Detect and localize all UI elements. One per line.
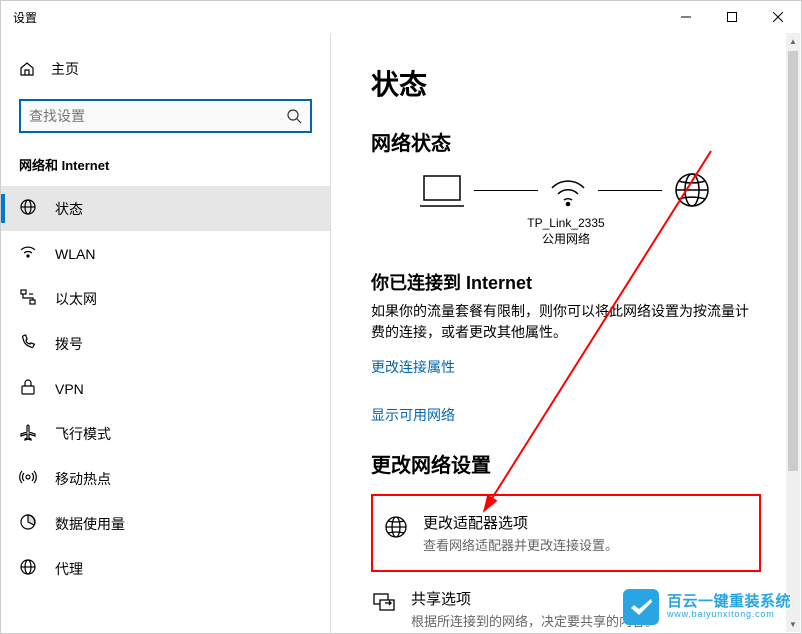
option-adapter[interactable]: 更改适配器选项查看网络适配器并更改连接设置。 (383, 504, 749, 562)
search-box[interactable] (19, 99, 312, 133)
home-label: 主页 (51, 59, 79, 79)
main-panel: 状态 网络状态 TP_Link_2335 公用网络 你已连接到 Internet… (331, 33, 801, 633)
connected-desc: 如果你的流量套餐有限制，则你可以将此网络设置为按流量计费的连接，或者更改其他属性… (371, 301, 761, 343)
change-network-settings-heading: 更改网络设置 (371, 449, 761, 478)
sidebar-item-label: 拨号 (55, 334, 83, 354)
globe-icon (672, 170, 712, 210)
data-usage-icon (19, 513, 37, 534)
sidebar-item-dialup[interactable]: 拨号 (1, 321, 330, 366)
sidebar-item-label: 飞行模式 (55, 424, 111, 444)
sidebar-item-label: 移动热点 (55, 469, 111, 489)
connected-heading: 你已连接到 Internet (371, 269, 761, 295)
adapter-icon (383, 512, 409, 545)
scrollbar[interactable]: ▲ ▼ (786, 33, 800, 632)
sidebar-section-title: 网络和 Internet (1, 155, 330, 186)
sidebar-item-airplane[interactable]: 飞行模式 (1, 411, 330, 456)
watermark: 百云一键重装系统 www.baiyunxitong.com (623, 589, 791, 625)
vpn-icon (19, 378, 37, 399)
home-icon (19, 61, 35, 77)
network-caption: TP_Link_2335 公用网络 (371, 216, 761, 247)
minimize-button[interactable] (663, 1, 709, 33)
scrollbar-thumb[interactable] (788, 51, 798, 471)
sidebar-item-label: 状态 (55, 199, 83, 219)
highlighted-option: 更改适配器选项查看网络适配器并更改连接设置。 (371, 494, 761, 572)
sidebar-item-proxy[interactable]: 代理 (1, 546, 330, 591)
sidebar: 主页 网络和 Internet 状态 WLAN 以太网拨号 VPN 飞行模式移动热点数据… (1, 33, 331, 633)
hotspot-icon (19, 468, 37, 489)
watermark-url: www.baiyunxitong.com (667, 610, 791, 620)
window-titlebar: 设置 (1, 1, 801, 33)
sidebar-item-ethernet[interactable]: 以太网 (1, 276, 330, 321)
maximize-button[interactable] (709, 1, 755, 33)
option-subtitle: 查看网络适配器并更改连接设置。 (423, 535, 618, 554)
sidebar-item-label: 以太网 (55, 289, 97, 309)
search-icon (286, 108, 302, 124)
window-title: 设置 (13, 9, 37, 26)
network-status-heading: 网络状态 (371, 127, 761, 156)
search-input[interactable] (29, 108, 286, 124)
sidebar-item-hotspot[interactable]: 移动热点 (1, 456, 330, 501)
page-title: 状态 (371, 63, 761, 103)
scroll-up-arrow[interactable]: ▲ (786, 33, 800, 49)
ethernet-icon (19, 288, 37, 309)
airplane-icon (19, 423, 37, 444)
wifi-icon (548, 172, 588, 208)
option-title: 更改适配器选项 (423, 512, 618, 533)
wlan-icon (19, 243, 37, 264)
show-available-networks-link[interactable]: 显示可用网络 (371, 405, 761, 425)
close-button[interactable] (755, 1, 801, 33)
option-title: 共享选项 (411, 588, 658, 609)
option-subtitle: 根据所连接到的网络，决定要共享的内容。 (411, 611, 658, 630)
sidebar-item-label: 代理 (55, 559, 83, 579)
sharing-icon (371, 588, 397, 621)
network-name: TP_Link_2335 (527, 216, 604, 230)
sidebar-item-data-usage[interactable]: 数据使用量 (1, 501, 330, 546)
sidebar-item-status[interactable]: 状态 (1, 186, 330, 231)
status-icon (19, 198, 37, 219)
sidebar-item-wlan[interactable]: WLAN (1, 231, 330, 276)
network-type: 公用网络 (542, 232, 590, 246)
sidebar-item-label: VPN (55, 381, 84, 397)
sidebar-item-label: 数据使用量 (55, 514, 125, 534)
change-connection-properties-link[interactable]: 更改连接属性 (371, 357, 761, 377)
watermark-logo (623, 589, 659, 625)
sidebar-item-vpn[interactable]: VPN (1, 366, 330, 411)
home-link[interactable]: 主页 (1, 53, 330, 85)
proxy-icon (19, 558, 37, 579)
watermark-text: 百云一键重装系统 (667, 594, 791, 611)
dialup-icon (19, 333, 37, 354)
sidebar-item-label: WLAN (55, 246, 95, 262)
network-diagram (371, 170, 761, 210)
computer-icon (420, 172, 464, 208)
